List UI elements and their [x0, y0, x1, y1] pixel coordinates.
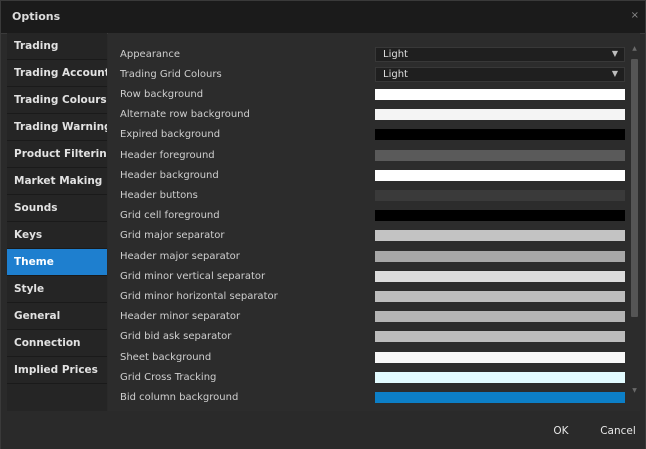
ok-button[interactable]: OK — [541, 420, 581, 442]
sidebar-item-trading[interactable]: Trading — [7, 33, 107, 60]
theme-settings-panel: Appearance Light ▼ Trading Grid Colours … — [108, 33, 640, 411]
chevron-down-icon: ▼ — [611, 49, 618, 58]
grid-cell-foreground-label: Grid cell foreground — [120, 210, 220, 222]
sheet-background-color-swatch[interactable] — [375, 351, 625, 363]
header-foreground-label: Header foreground — [120, 149, 215, 161]
expired-background-label: Expired background — [120, 129, 221, 141]
grid-minor-horizontal-separator-color-swatch[interactable] — [375, 291, 625, 302]
grid-bid-ask-separator-label: Grid bid ask separator — [120, 331, 232, 343]
close-icon[interactable]: × — [631, 10, 639, 21]
header-background-color-swatch[interactable] — [375, 169, 625, 181]
bid-column-background-label: Bid column background — [120, 392, 239, 403]
appearance-row: Appearance Light ▼ — [108, 45, 628, 65]
header-minor-separator-row: Header minor separator — [108, 307, 628, 327]
grid-major-separator-row: Grid major separator — [108, 226, 628, 246]
grid-bid-ask-separator-row: Grid bid ask separator — [108, 327, 628, 347]
sidebar-item-style[interactable]: Style — [7, 276, 107, 303]
grid-minor-horizontal-separator-row: Grid minor horizontal separator — [108, 287, 628, 307]
header-background-label: Header background — [120, 169, 219, 181]
alternate-row-background-label: Alternate row background — [120, 109, 250, 121]
header-minor-separator-label: Header minor separator — [120, 311, 241, 323]
alternate-row-background-row: Alternate row background — [108, 105, 628, 125]
title-bar: Options × — [1, 1, 645, 34]
header-major-separator-color-swatch[interactable] — [375, 250, 625, 262]
grid-bid-ask-separator-color-swatch[interactable] — [375, 331, 625, 343]
sidebar-item-trading-colours[interactable]: Trading Colours — [7, 87, 107, 114]
sidebar-item-sounds[interactable]: Sounds — [7, 195, 107, 222]
sidebar-item-keys[interactable]: Keys — [7, 222, 107, 249]
grid-cross-tracking-color-swatch[interactable] — [375, 371, 625, 383]
cancel-button[interactable]: Cancel — [595, 420, 641, 442]
grid-minor-horizontal-separator-label: Grid minor horizontal separator — [120, 291, 278, 302]
row-background-color-swatch[interactable] — [375, 89, 625, 100]
row-background-row: Row background — [108, 85, 628, 105]
sidebar-item-theme[interactable]: Theme — [7, 249, 107, 276]
sidebar-item-trading-accounts[interactable]: Trading Accounts — [7, 60, 107, 87]
scroll-down-icon[interactable]: ▼ — [631, 387, 638, 394]
header-major-separator-label: Header major separator — [120, 250, 240, 262]
grid-colours-label: Trading Grid Colours — [120, 69, 222, 80]
row-background-label: Row background — [120, 89, 204, 100]
dialog-footer: OK Cancel — [1, 412, 645, 449]
options-dialog: Options × Trading Trading Accounts Trading… — [0, 0, 646, 449]
header-foreground-color-swatch[interactable] — [375, 149, 625, 161]
chevron-down-icon: ▼ — [611, 69, 618, 78]
grid-minor-vertical-separator-label: Grid minor vertical separator — [120, 270, 266, 282]
sidebar-item-trading-warnings[interactable]: Trading Warnings — [7, 114, 107, 141]
bid-column-background-color-swatch[interactable] — [375, 392, 625, 403]
header-foreground-row: Header foreground — [108, 146, 628, 166]
alternate-row-background-color-swatch[interactable] — [375, 109, 625, 121]
appearance-select[interactable]: Light ▼ — [375, 47, 625, 62]
expired-background-color-swatch[interactable] — [375, 129, 625, 141]
header-buttons-label: Header buttons — [120, 190, 198, 201]
options-sidebar: Trading Trading Accounts Trading Colours Tr… — [7, 33, 107, 411]
sidebar-item-general[interactable]: General — [7, 303, 107, 330]
sheet-background-row: Sheet background — [108, 348, 628, 368]
grid-cross-tracking-row: Grid Cross Tracking — [108, 368, 628, 388]
grid-cross-tracking-label: Grid Cross Tracking — [120, 371, 217, 383]
sidebar-item-implied-prices[interactable]: Implied Prices — [7, 357, 107, 384]
sidebar-item-connection[interactable]: Connection — [7, 330, 107, 357]
header-major-separator-row: Header major separator — [108, 247, 628, 267]
appearance-value: Light — [383, 49, 408, 60]
sidebar-item-product-filtering[interactable]: Product Filtering — [7, 141, 107, 168]
grid-colours-row: Trading Grid Colours Light ▼ — [108, 65, 628, 85]
scroll-up-icon[interactable]: ▲ — [631, 45, 638, 52]
header-background-row: Header background — [108, 166, 628, 186]
grid-major-separator-label: Grid major separator — [120, 230, 225, 242]
grid-colours-select[interactable]: Light ▼ — [375, 67, 625, 82]
dialog-title: Options — [12, 10, 61, 23]
bid-column-background-row: Bid column background — [108, 388, 628, 408]
grid-minor-vertical-separator-color-swatch[interactable] — [375, 270, 625, 282]
scrollbar[interactable]: ▲ ▼ — [630, 33, 639, 411]
grid-cell-foreground-row: Grid cell foreground — [108, 206, 628, 226]
scroll-thumb[interactable] — [631, 59, 638, 317]
appearance-label: Appearance — [120, 49, 181, 60]
header-buttons-color-swatch[interactable] — [375, 190, 625, 201]
sidebar-item-market-making[interactable]: Market Making — [7, 168, 107, 195]
grid-major-separator-color-swatch[interactable] — [375, 230, 625, 242]
grid-colours-value: Light — [383, 69, 408, 80]
expired-background-row: Expired background — [108, 125, 628, 145]
header-minor-separator-color-swatch[interactable] — [375, 311, 625, 323]
grid-minor-vertical-separator-row: Grid minor vertical separator — [108, 267, 628, 287]
grid-cell-foreground-color-swatch[interactable] — [375, 210, 625, 222]
sheet-background-label: Sheet background — [120, 351, 212, 363]
header-buttons-row: Header buttons — [108, 186, 628, 206]
